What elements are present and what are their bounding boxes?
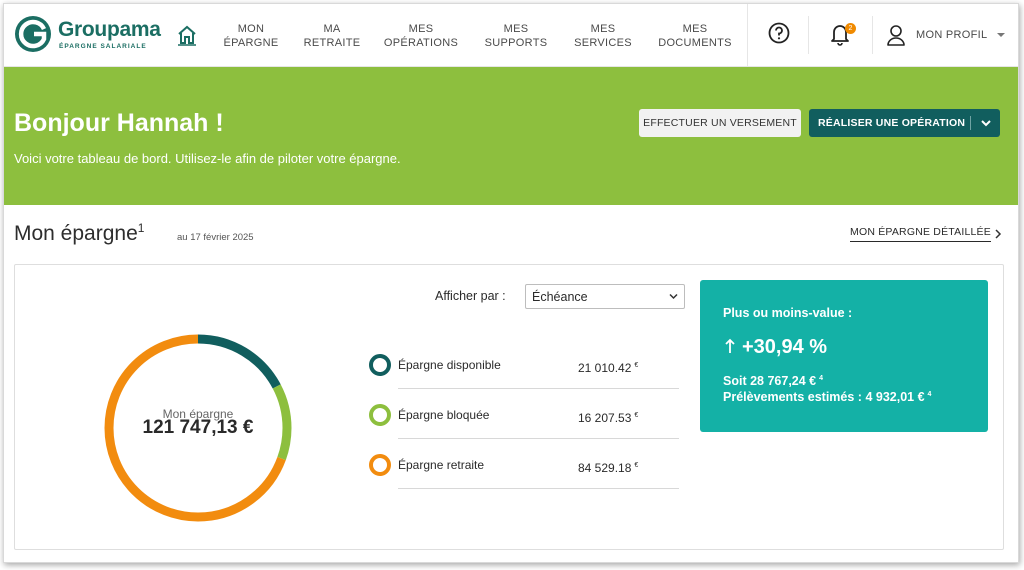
divider — [872, 16, 873, 54]
legend-value: 16 207.53 € — [578, 411, 638, 425]
nav-mes-operations[interactable]: MES OPÉRATIONS — [371, 4, 471, 67]
savings-card: Mon épargne 121 747,13 € Afficher par : … — [14, 264, 1004, 550]
legend-name: Épargne disponible — [398, 358, 501, 372]
currency-symbol: € — [634, 412, 639, 419]
logo-tagline: ÉPARGNE SALARIALE — [59, 43, 147, 50]
help-icon[interactable] — [768, 22, 790, 44]
legend-row: Épargne retraite 84 529.18 € — [367, 454, 679, 504]
estimated-deductions-text: Prélèvements estimés : 4 932,01 € — [723, 390, 925, 404]
legend-dot — [369, 354, 391, 376]
nav-mon-epargne[interactable]: MON ÉPARGNE — [209, 4, 293, 67]
nav-label-line2: OPÉRATIONS — [383, 36, 459, 49]
nav-label-line1: MES — [682, 22, 708, 35]
performance-title: Plus ou moins-value : — [723, 306, 853, 320]
legend-row: Épargne disponible 21 010.42 € — [367, 354, 679, 404]
nav-label-line2: ÉPARGNE — [223, 36, 279, 49]
filter-selected-value: Échéance — [532, 289, 588, 304]
logo-name: Groupama — [58, 18, 161, 41]
section-title-text: Mon épargne — [14, 222, 138, 245]
nav-label-line2: RETRAITE — [303, 36, 361, 49]
nav-label-line2: DOCUMENTS — [658, 36, 732, 49]
greeting-subtitle: Voici votre tableau de bord. Utilisez-le… — [14, 151, 401, 166]
legend-name: Épargne bloquée — [398, 408, 490, 422]
header-actions: 2 MON PROFIL — [747, 4, 1018, 67]
performance-amount: Soit 28 767,24 €4 — [723, 374, 823, 388]
legend-amount: 21 010.42 — [578, 361, 632, 375]
mon-epargne-detaillee-link[interactable]: MON ÉPARGNE DÉTAILLÉE — [850, 226, 991, 242]
currency-symbol: € — [634, 462, 639, 469]
welcome-banner: Bonjour Hannah ! Voici votre tableau de … — [4, 67, 1018, 205]
profile-label: MON PROFIL — [916, 29, 988, 41]
nav-label-line1: MES — [590, 22, 616, 35]
section-date: au 17 février 2025 — [177, 232, 254, 243]
effectuer-versement-button[interactable]: EFFECTUER UN VERSEMENT — [639, 109, 801, 137]
legend-divider — [398, 488, 679, 489]
app-window: Groupama ÉPARGNE SALARIALE MON ÉPARGNE MA… — [3, 3, 1019, 563]
legend-amount: 16 207.53 — [578, 411, 632, 425]
user-icon — [887, 25, 905, 46]
afficher-par-select[interactable]: Échéance — [525, 284, 685, 309]
footnote-marker: 4 — [927, 390, 932, 398]
legend-dot — [369, 404, 391, 426]
filter-label: Afficher par : — [435, 289, 506, 303]
legend-name: Épargne retraite — [398, 458, 485, 472]
chevron-down-icon — [997, 33, 1006, 37]
performance-panel: Plus ou moins-value : +30,94 % Soit 28 7… — [700, 280, 988, 432]
nav-label-line1: MA — [323, 22, 341, 35]
legend-row: Épargne bloquée 16 207.53 € — [367, 404, 679, 454]
legend-dot — [369, 454, 391, 476]
nav-mes-documents[interactable]: MES DOCUMENTS — [645, 4, 745, 67]
nav-ma-retraite[interactable]: MA RETRAITE — [293, 4, 371, 67]
divider — [808, 16, 809, 54]
groupama-logo-icon — [15, 16, 51, 52]
top-navigation-bar: Groupama ÉPARGNE SALARIALE MON ÉPARGNE MA… — [4, 4, 1018, 67]
legend-divider — [398, 438, 679, 439]
greeting-title: Bonjour Hannah ! — [14, 109, 224, 137]
chevron-down-icon — [669, 293, 678, 300]
chevron-down-icon[interactable] — [980, 117, 992, 129]
estimated-deductions: Prélèvements estimés : 4 932,01 €4 — [723, 390, 931, 404]
donut-total: 121 747,13 € — [142, 417, 254, 438]
realiser-operation-button[interactable]: RÉALISER UNE OPÉRATION — [809, 109, 1000, 137]
nav-label-line1: MES — [408, 22, 434, 35]
profile-menu[interactable]: MON PROFIL — [886, 20, 1006, 50]
performance-value: +30,94 % — [742, 336, 828, 358]
nav-label-line2: SERVICES — [574, 36, 632, 49]
section-title: Mon épargne1 — [14, 221, 144, 246]
footnote-marker: 1 — [137, 221, 145, 235]
groupama-logo[interactable]: Groupama ÉPARGNE SALARIALE — [14, 15, 174, 55]
nav-mes-services[interactable]: MES SERVICES — [561, 4, 645, 67]
main-nav: MON ÉPARGNE MA RETRAITE MES OPÉRATIONS MES S… — [209, 4, 745, 67]
nav-label-line2: SUPPORTS — [484, 36, 548, 49]
performance-amount-text: Soit 28 767,24 € — [723, 374, 817, 388]
legend-divider — [398, 388, 679, 389]
footnote-marker: 4 — [819, 374, 824, 382]
button-divider — [970, 116, 971, 130]
legend-value: 21 010.42 € — [578, 361, 638, 375]
realiser-operation-label: RÉALISER UNE OPÉRATION — [818, 117, 966, 129]
arrow-up-icon — [725, 338, 735, 353]
nav-label-line1: MON — [237, 22, 265, 35]
nav-label-line1: MES — [503, 22, 529, 35]
currency-symbol: € — [634, 362, 639, 369]
legend-amount: 84 529.18 — [578, 461, 632, 475]
chevron-right-icon[interactable] — [993, 228, 1003, 240]
legend-value: 84 529.18 € — [578, 461, 638, 475]
nav-mes-supports[interactable]: MES SUPPORTS — [471, 4, 561, 67]
notification-badge: 2 — [845, 23, 856, 34]
home-icon[interactable] — [176, 24, 198, 46]
